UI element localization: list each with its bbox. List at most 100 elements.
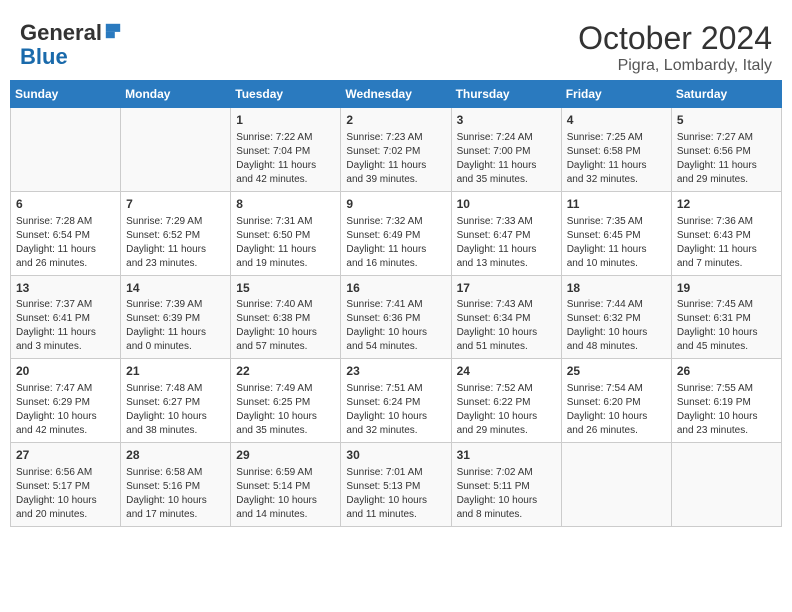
day-info: Sunrise: 7:40 AM Sunset: 6:38 PM Dayligh… [236,298,335,354]
calendar-cell: 22 Sunrise: 7:49 AM Sunset: 6:25 PM Dayli… [231,359,341,443]
column-header-tuesday: Tuesday [231,81,341,108]
column-header-monday: Monday [121,81,231,108]
calendar-cell: 14Sunrise: 7:39 AM Sunset: 6:39 PM Dayli… [121,275,231,359]
day-info: Sunrise: 7:45 AM Sunset: 6:31 PM Dayligh… [677,298,776,354]
day-info: Sunrise: 6:59 AM Sunset: 5:14 PM Dayligh… [236,466,335,522]
day-info: Sunrise: 7:36 AM Sunset: 6:43 PM Dayligh… [677,215,776,271]
day-number: 5 [677,112,776,129]
calendar-cell: 9 Sunrise: 7:32 AM Sunset: 6:49 PM Daylig… [341,191,451,275]
header-row: SundayMondayTuesdayWednesdayThursdayFrid… [11,81,782,108]
logo: General Blue [20,20,122,69]
day-info: Sunrise: 7:54 AM Sunset: 6:20 PM Dayligh… [567,382,666,438]
day-number: 17 [457,280,556,297]
calendar-cell: 3 Sunrise: 7:24 AM Sunset: 7:00 PM Daylig… [451,108,561,192]
page-subtitle: Pigra, Lombardy, Italy [578,57,772,75]
calendar-cell [561,443,671,527]
week-row-3: 13Sunrise: 7:37 AM Sunset: 6:41 PM Dayli… [11,275,782,359]
day-number: 4 [567,112,666,129]
day-info: Sunrise: 7:51 AM Sunset: 6:24 PM Dayligh… [346,382,445,438]
day-info: Sunrise: 6:58 AM Sunset: 5:16 PM Dayligh… [126,466,225,522]
calendar-cell: 27Sunrise: 6:56 AM Sunset: 5:17 PM Dayli… [11,443,121,527]
day-info: Sunrise: 7:55 AM Sunset: 6:19 PM Dayligh… [677,382,776,438]
day-info: Sunrise: 7:41 AM Sunset: 6:36 PM Dayligh… [346,298,445,354]
day-number: 3 [457,112,556,129]
calendar-cell: 21 Sunrise: 7:48 AM Sunset: 6:27 PM Dayli… [121,359,231,443]
week-row-5: 27Sunrise: 6:56 AM Sunset: 5:17 PM Dayli… [11,443,782,527]
day-number: 25 [567,363,666,380]
day-info: Sunrise: 7:48 AM Sunset: 6:27 PM Dayligh… [126,382,225,438]
day-number: 12 [677,196,776,213]
column-header-sunday: Sunday [11,81,121,108]
calendar-cell: 16Sunrise: 7:41 AM Sunset: 6:36 PM Dayli… [341,275,451,359]
calendar-cell: 4 Sunrise: 7:25 AM Sunset: 6:58 PM Daylig… [561,108,671,192]
day-number: 11 [567,196,666,213]
calendar-cell: 26Sunrise: 7:55 AM Sunset: 6:19 PM Dayli… [671,359,781,443]
day-number: 9 [346,196,445,213]
day-info: Sunrise: 7:52 AM Sunset: 6:22 PM Dayligh… [457,382,556,438]
day-number: 16 [346,280,445,297]
day-number: 20 [16,363,115,380]
week-row-4: 20Sunrise: 7:47 AM Sunset: 6:29 PM Dayli… [11,359,782,443]
day-info: Sunrise: 7:29 AM Sunset: 6:52 PM Dayligh… [126,215,225,271]
calendar-cell: 19Sunrise: 7:45 AM Sunset: 6:31 PM Dayli… [671,275,781,359]
calendar-cell: 20Sunrise: 7:47 AM Sunset: 6:29 PM Dayli… [11,359,121,443]
day-number: 13 [16,280,115,297]
calendar-cell: 28 Sunrise: 6:58 AM Sunset: 5:16 PM Dayli… [121,443,231,527]
day-number: 24 [457,363,556,380]
logo-general-text: General [20,20,102,45]
day-number: 29 [236,447,335,464]
calendar-cell: 13Sunrise: 7:37 AM Sunset: 6:41 PM Dayli… [11,275,121,359]
day-number: 15 [236,280,335,297]
day-number: 18 [567,280,666,297]
day-info: Sunrise: 7:24 AM Sunset: 7:00 PM Dayligh… [457,131,556,187]
calendar-cell: 29 Sunrise: 6:59 AM Sunset: 5:14 PM Dayli… [231,443,341,527]
day-number: 14 [126,280,225,297]
column-header-thursday: Thursday [451,81,561,108]
day-info: Sunrise: 7:02 AM Sunset: 5:11 PM Dayligh… [457,466,556,522]
day-number: 8 [236,196,335,213]
day-info: Sunrise: 7:32 AM Sunset: 6:49 PM Dayligh… [346,215,445,271]
calendar-cell: 24 Sunrise: 7:52 AM Sunset: 6:22 PM Dayli… [451,359,561,443]
calendar-cell: 25 Sunrise: 7:54 AM Sunset: 6:20 PM Dayli… [561,359,671,443]
day-info: Sunrise: 7:27 AM Sunset: 6:56 PM Dayligh… [677,131,776,187]
day-number: 6 [16,196,115,213]
day-number: 10 [457,196,556,213]
calendar-cell: 23Sunrise: 7:51 AM Sunset: 6:24 PM Dayli… [341,359,451,443]
calendar-table: SundayMondayTuesdayWednesdayThursdayFrid… [10,80,782,527]
day-info: Sunrise: 7:01 AM Sunset: 5:13 PM Dayligh… [346,466,445,522]
calendar-cell [671,443,781,527]
day-info: Sunrise: 7:35 AM Sunset: 6:45 PM Dayligh… [567,215,666,271]
day-number: 22 [236,363,335,380]
week-row-2: 6 Sunrise: 7:28 AM Sunset: 6:54 PM Daylig… [11,191,782,275]
day-info: Sunrise: 7:33 AM Sunset: 6:47 PM Dayligh… [457,215,556,271]
calendar-cell: 17Sunrise: 7:43 AM Sunset: 6:34 PM Dayli… [451,275,561,359]
calendar-cell: 15Sunrise: 7:40 AM Sunset: 6:38 PM Dayli… [231,275,341,359]
calendar-cell: 11 Sunrise: 7:35 AM Sunset: 6:45 PM Dayli… [561,191,671,275]
day-number: 30 [346,447,445,464]
day-info: Sunrise: 7:25 AM Sunset: 6:58 PM Dayligh… [567,131,666,187]
day-info: Sunrise: 7:49 AM Sunset: 6:25 PM Dayligh… [236,382,335,438]
week-row-1: 1Sunrise: 7:22 AM Sunset: 7:04 PM Daylig… [11,108,782,192]
day-number: 19 [677,280,776,297]
calendar-cell: 7Sunrise: 7:29 AM Sunset: 6:52 PM Daylig… [121,191,231,275]
day-number: 31 [457,447,556,464]
day-number: 21 [126,363,225,380]
logo-blue-text: Blue [20,44,68,69]
calendar-cell: 10 Sunrise: 7:33 AM Sunset: 6:47 PM Dayli… [451,191,561,275]
day-info: Sunrise: 7:44 AM Sunset: 6:32 PM Dayligh… [567,298,666,354]
calendar-cell: 30 Sunrise: 7:01 AM Sunset: 5:13 PM Dayli… [341,443,451,527]
day-number: 1 [236,112,335,129]
column-header-friday: Friday [561,81,671,108]
day-info: Sunrise: 7:43 AM Sunset: 6:34 PM Dayligh… [457,298,556,354]
day-info: Sunrise: 7:31 AM Sunset: 6:50 PM Dayligh… [236,215,335,271]
title-area: October 2024 Pigra, Lombardy, Italy [578,20,772,75]
day-info: Sunrise: 7:28 AM Sunset: 6:54 PM Dayligh… [16,215,115,271]
calendar-cell: 12 Sunrise: 7:36 AM Sunset: 6:43 PM Dayli… [671,191,781,275]
calendar-cell [11,108,121,192]
day-info: Sunrise: 7:39 AM Sunset: 6:39 PM Dayligh… [126,298,225,354]
column-header-saturday: Saturday [671,81,781,108]
day-number: 28 [126,447,225,464]
page-title: October 2024 [578,20,772,57]
calendar-cell: 31 Sunrise: 7:02 AM Sunset: 5:11 PM Dayli… [451,443,561,527]
calendar-cell [121,108,231,192]
